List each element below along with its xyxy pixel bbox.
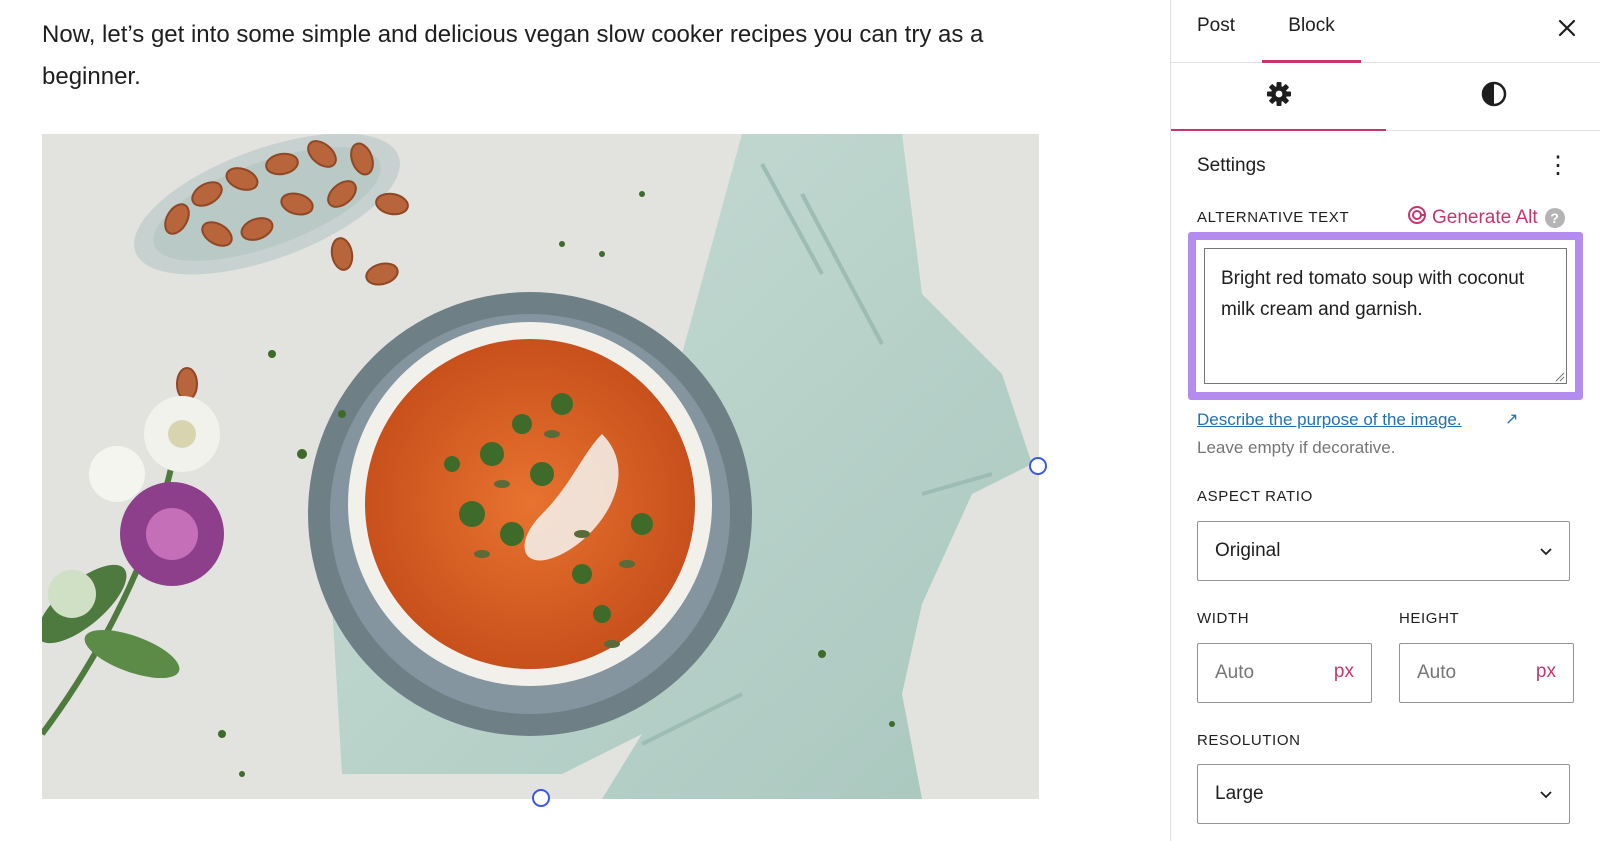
alt-text-help: Leave empty if decorative. [1197, 438, 1396, 457]
alt-text-label: ALTERNATIVE TEXT [1197, 209, 1350, 226]
paragraph-block[interactable]: Now, let’s get into some simple and deli… [42, 14, 1042, 98]
image-block[interactable] [42, 134, 1039, 799]
generate-alt-label: Generate Alt [1432, 206, 1538, 228]
editor-canvas: Now, let’s get into some simple and deli… [0, 0, 1170, 841]
aspect-ratio-select[interactable]: Original [1197, 521, 1570, 581]
generate-alt-button[interactable]: Generate Alt ? [1407, 205, 1565, 230]
tab-settings[interactable] [1171, 62, 1386, 131]
external-link-icon: ↗ [1505, 411, 1519, 428]
resolution-select[interactable]: Large [1197, 764, 1570, 824]
height-unit[interactable]: px [1536, 661, 1556, 683]
tab-post[interactable]: Post [1197, 0, 1235, 62]
width-label: WIDTH [1197, 610, 1250, 627]
ai-swirl-icon [1407, 205, 1427, 230]
height-input[interactable]: Auto px [1399, 643, 1574, 703]
alt-text-field[interactable]: Bright red tomato soup with coconut milk… [1204, 248, 1567, 384]
resolution-value: Large [1215, 783, 1264, 804]
describe-image-link[interactable]: Describe the purpose of the image. [1197, 410, 1462, 430]
settings-section-title: Settings [1197, 155, 1266, 176]
height-placeholder: Auto [1417, 662, 1457, 683]
aspect-ratio-value: Original [1215, 540, 1281, 561]
alt-text-highlight: Bright red tomato soup with coconut milk… [1188, 232, 1583, 400]
close-icon [1557, 14, 1577, 44]
vertical-ellipsis-icon: ⋮ [1546, 152, 1570, 179]
resolution-label: RESOLUTION [1197, 732, 1301, 749]
sidebar-tabs: Post Block [1171, 0, 1600, 63]
contrast-icon [1480, 80, 1508, 113]
more-options-button[interactable]: ⋮ [1546, 151, 1570, 181]
tab-styles[interactable] [1386, 62, 1600, 130]
resize-handle-bottom[interactable] [532, 789, 550, 807]
tab-block[interactable]: Block [1262, 0, 1361, 63]
width-unit[interactable]: px [1334, 661, 1354, 683]
resize-grip-icon[interactable] [1555, 372, 1565, 382]
help-icon[interactable]: ? [1544, 207, 1565, 228]
block-settings-sidebar: Post Block Settings ⋮ ALTERNATIVE TEXT G… [1170, 0, 1600, 841]
resize-handle-right[interactable] [1029, 457, 1047, 475]
close-sidebar-button[interactable] [1554, 16, 1580, 42]
chevron-down-icon [1540, 548, 1552, 556]
aspect-ratio-label: ASPECT RATIO [1197, 488, 1313, 505]
chevron-down-icon [1540, 791, 1552, 799]
inspector-subtabs [1171, 62, 1600, 131]
width-input[interactable]: Auto px [1197, 643, 1372, 703]
gear-icon [1265, 80, 1293, 113]
width-placeholder: Auto [1215, 662, 1255, 683]
height-label: HEIGHT [1399, 610, 1460, 627]
soup-image[interactable] [42, 134, 1039, 799]
